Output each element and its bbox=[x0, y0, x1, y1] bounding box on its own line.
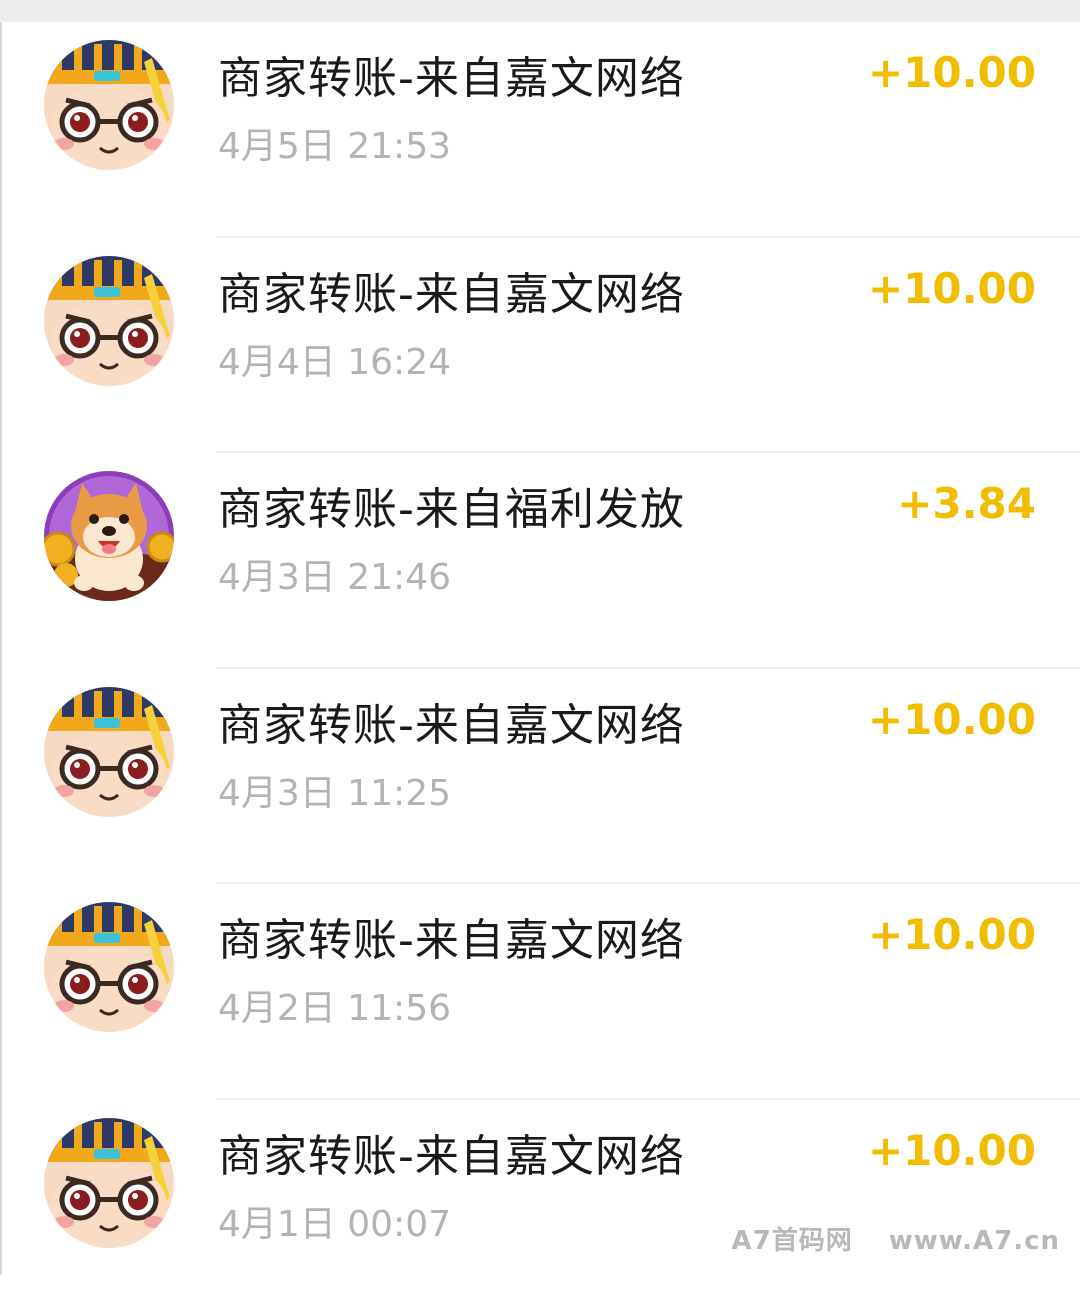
transaction-amount: +10.00 bbox=[868, 1126, 1036, 1175]
transaction-amount: +10.00 bbox=[868, 910, 1036, 959]
transaction-time: 4月5日 21:53 bbox=[218, 117, 451, 169]
transaction-amount: +10.00 bbox=[868, 264, 1036, 313]
watermark-brand: A7首码网 bbox=[731, 1226, 852, 1256]
transaction-row[interactable]: 商家转账-来自嘉文网络 4月4日 16:24 +10.00 bbox=[0, 238, 1080, 454]
top-bar bbox=[0, 0, 1080, 22]
transaction-title: 商家转账-来自嘉文网络 bbox=[218, 258, 685, 322]
transaction-amount: +10.00 bbox=[868, 695, 1036, 744]
transaction-list: 商家转账-来自嘉文网络 4月5日 21:53 +10.00 bbox=[0, 22, 1080, 1315]
watermark: A7首码网 www.A7.cn bbox=[731, 1220, 1060, 1257]
transaction-row[interactable]: 商家转账-来自嘉文网络 4月5日 21:53 +10.00 bbox=[0, 22, 1080, 238]
transaction-title: 商家转账-来自嘉文网络 bbox=[218, 689, 685, 753]
watermark-url: www.A7.cn bbox=[889, 1226, 1060, 1256]
transaction-row[interactable]: 商家转账-来自福利发放 4月3日 21:46 +3.84 bbox=[0, 453, 1080, 669]
transaction-time: 4月3日 11:25 bbox=[218, 764, 451, 816]
transaction-title: 商家转账-来自福利发放 bbox=[218, 473, 685, 537]
cartoon-boy-avatar bbox=[44, 40, 174, 170]
transaction-amount: +3.84 bbox=[897, 479, 1036, 528]
transaction-time: 4月1日 00:07 bbox=[218, 1195, 451, 1247]
transaction-time: 4月4日 16:24 bbox=[218, 333, 451, 385]
cartoon-boy-avatar bbox=[44, 687, 174, 817]
shiba-dog-avatar bbox=[44, 471, 174, 601]
transaction-time: 4月2日 11:56 bbox=[218, 979, 451, 1031]
transaction-row[interactable]: 商家转账-来自嘉文网络 4月3日 11:25 +10.00 bbox=[0, 669, 1080, 885]
transaction-title: 商家转账-来自嘉文网络 bbox=[218, 42, 685, 106]
transaction-title: 商家转账-来自嘉文网络 bbox=[218, 904, 685, 968]
transaction-row[interactable]: 商家转账-来自嘉文网络 4月1日 00:07 +10.00 bbox=[0, 1100, 1080, 1315]
cartoon-boy-avatar bbox=[44, 902, 174, 1032]
cartoon-boy-avatar bbox=[44, 1118, 174, 1248]
transaction-title: 商家转账-来自嘉文网络 bbox=[218, 1120, 685, 1184]
transaction-time: 4月3日 21:46 bbox=[218, 548, 451, 600]
cartoon-boy-avatar bbox=[44, 256, 174, 386]
transaction-row[interactable]: 商家转账-来自嘉文网络 4月2日 11:56 +10.00 bbox=[0, 884, 1080, 1100]
transaction-amount: +10.00 bbox=[868, 48, 1036, 97]
